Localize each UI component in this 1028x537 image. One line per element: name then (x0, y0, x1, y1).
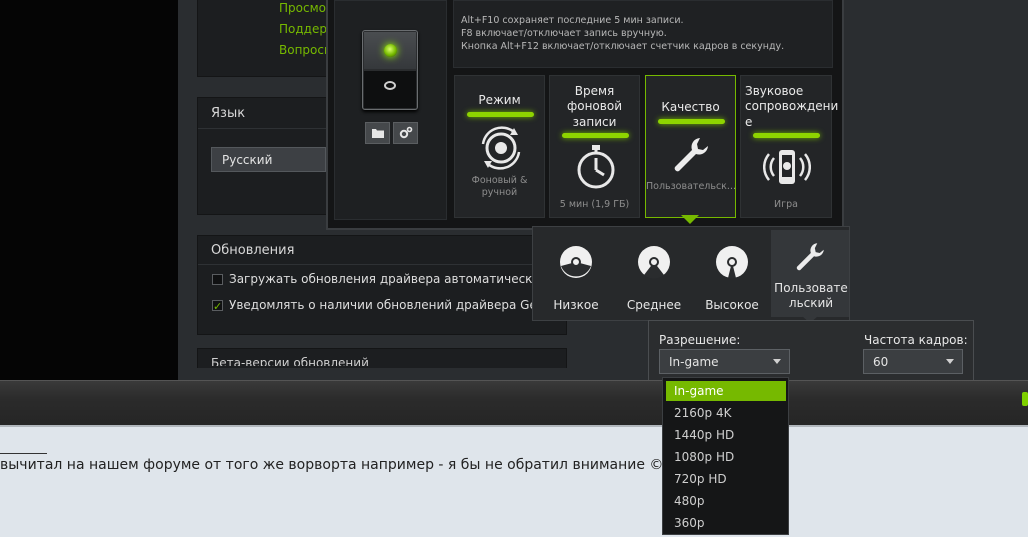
card-quality[interactable]: Качество Пользовательск... (645, 75, 736, 218)
card-audio[interactable]: Звуковое сопровождени е Игра (740, 75, 839, 218)
card-quality-bar (658, 119, 725, 124)
notify-updates-label: Уведомлять о наличии обновлений драйвера… (229, 298, 570, 312)
hotkey-info-line-2: F8 включает/отключает запись вручную. (461, 28, 667, 39)
disc-medium-icon[interactable] (636, 244, 672, 280)
disc-high-icon[interactable] (714, 244, 750, 280)
wrench-icon (674, 138, 708, 172)
fps-select-value: 60 (873, 355, 889, 369)
resolution-option[interactable]: 360p (666, 513, 786, 533)
language-divider (198, 128, 336, 129)
fps-select[interactable]: 60 (863, 349, 963, 374)
stopwatch-icon (577, 145, 615, 189)
settings-button[interactable] (393, 122, 418, 144)
forum-post-text: вычитал на нашем форуме от того же ворво… (0, 457, 683, 473)
chevron-down-icon (946, 359, 954, 364)
resolution-option[interactable]: In-game (666, 381, 786, 401)
fps-label: Частота кадров: (864, 333, 968, 347)
hotkey-info-line-1: Alt+F10 сохраняет последние 5 мин записи… (461, 15, 684, 26)
resolution-select-value: In-game (669, 355, 719, 369)
folder-icon (371, 129, 384, 138)
card-audio-title-2: сопровождени (745, 99, 839, 113)
card-mode[interactable]: Режим Фоновый & ручной (454, 75, 545, 218)
quality-custom-label-2[interactable]: льский (771, 296, 851, 310)
card-time-bar (562, 133, 629, 138)
card-mode-title: Режим (478, 93, 521, 107)
power-led-icon (384, 44, 397, 57)
resolution-option[interactable]: 2160p 4K (666, 403, 786, 423)
card-time-sub: 5 мин (1,9 ГБ) (559, 199, 630, 210)
updates-header: Обновления (211, 243, 295, 258)
card-time-title-3: записи (572, 115, 617, 129)
open-folder-button[interactable] (365, 122, 390, 144)
quality-pointer (681, 215, 699, 224)
resolution-select[interactable]: In-game (659, 349, 790, 374)
card-mode-bar (467, 112, 534, 117)
help-link-2[interactable]: Поддер: (279, 22, 331, 36)
card-time-title-1: Время (574, 84, 615, 98)
toggle-off-half (364, 71, 416, 108)
taskbar (0, 380, 1028, 427)
gears-icon (399, 126, 412, 139)
auto-download-label: Загружать обновления драйвера автоматиче… (229, 272, 584, 286)
forum-post-area (0, 427, 1028, 537)
left-dark-area (0, 0, 178, 380)
language-select[interactable]: Русский (211, 147, 326, 172)
shadowplay-power-toggle[interactable] (362, 30, 418, 110)
phone-sound-icon (763, 150, 811, 184)
language-header: Язык (211, 106, 246, 121)
card-quality-title: Качество (661, 100, 720, 114)
resolution-option[interactable]: 1440p HD (666, 425, 786, 445)
resolution-option[interactable]: 480p (666, 491, 786, 511)
notify-updates-checkbox[interactable]: ✓ (212, 300, 223, 313)
wrench-icon[interactable] (793, 240, 827, 274)
resolution-label: Разрешение: (659, 333, 741, 347)
help-link-1[interactable]: Просмо (279, 1, 326, 15)
toggle-on-half (364, 32, 416, 69)
quality-low-label[interactable]: Низкое (536, 298, 616, 312)
off-circle-icon (384, 81, 396, 90)
quality-custom-label-1[interactable]: Пользовате (771, 281, 851, 295)
card-mode-sub-1: Фоновый & (471, 175, 528, 186)
card-quality-sub: Пользовательск... (646, 181, 736, 192)
quality-high-label[interactable]: Высокое (692, 298, 772, 312)
card-mode-sub-2: ручной (481, 187, 518, 198)
auto-download-checkbox[interactable] (212, 274, 223, 285)
disc-low-icon[interactable] (558, 244, 594, 280)
card-time-title-2: фоновой (566, 99, 622, 113)
card-audio-bar (753, 133, 820, 138)
checkmark-icon: ✓ (213, 300, 223, 313)
signature-rule (0, 453, 47, 454)
tray-nvidia-icon[interactable] (1022, 392, 1028, 406)
resolution-dropdown-list: In-game 2160p 4K 1440p HD 1080p HD 720p … (662, 377, 789, 535)
chevron-down-icon (773, 359, 781, 364)
sync-target-icon (481, 126, 521, 170)
card-audio-sub: Игра (774, 199, 798, 210)
hotkey-info-line-3: Кнопка Alt+F12 включает/отключает счетчи… (461, 41, 785, 52)
card-audio-title-3: е (745, 115, 753, 129)
card-background-time[interactable]: Время фоновой записи 5 мин (1,9 ГБ) (549, 75, 640, 218)
beta-header: Бета-версии обновлений (211, 356, 369, 366)
resolution-option[interactable]: 1080p HD (666, 447, 786, 467)
card-audio-title-1: Звуковое (745, 84, 804, 98)
quality-medium-label[interactable]: Среднее (614, 298, 694, 312)
resolution-option[interactable]: 720p HD (666, 469, 786, 489)
updates-divider (198, 264, 566, 265)
